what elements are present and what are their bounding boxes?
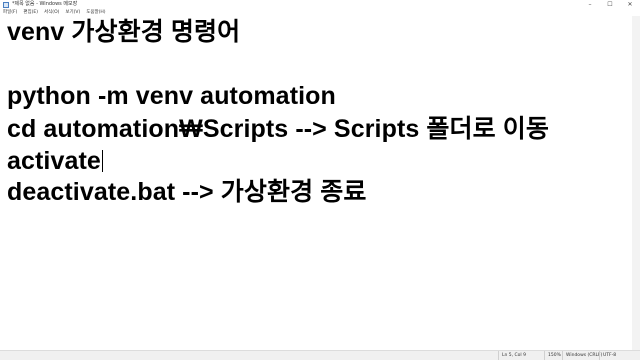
- editor-line-current: activate: [7, 147, 104, 175]
- menu-file[interactable]: 파일(F): [0, 9, 20, 16]
- text-caret: [101, 150, 104, 172]
- vertical-scrollbar[interactable]: [632, 16, 640, 350]
- menu-view[interactable]: 보기(V): [62, 9, 83, 16]
- window-controls: – ☐ ✕: [580, 0, 640, 9]
- status-bar: Ln 5, Col 9 150% Windows (CRLF) UTF-8: [0, 350, 640, 360]
- editor-line: venv 가상환경 명령어: [7, 18, 241, 46]
- cursor-position: Ln 5, Col 9: [498, 351, 538, 360]
- zoom-level: 150%: [544, 351, 562, 360]
- encoding: UTF-8: [599, 351, 640, 360]
- editor-line: deactivate.bat --> 가상환경 종료: [7, 178, 367, 206]
- line-ending: Windows (CRLF): [562, 351, 602, 360]
- editor-line-text: activate: [7, 147, 101, 175]
- notepad-icon: [3, 1, 9, 8]
- menu-edit[interactable]: 편집(E): [20, 9, 41, 16]
- maximize-button[interactable]: ☐: [600, 0, 620, 9]
- editor-line: cd automation₩Scripts --> Scripts 폴더로 이동: [7, 115, 549, 143]
- close-button[interactable]: ✕: [620, 0, 640, 9]
- minimize-button[interactable]: –: [580, 0, 600, 9]
- menu-format[interactable]: 서식(O): [41, 9, 62, 16]
- window-title: *제목 없음 - Windows 메모장: [12, 1, 78, 7]
- text-editor-area[interactable]: venv 가상환경 명령어 python -m venv automation …: [0, 16, 632, 350]
- menu-help[interactable]: 도움말(H): [83, 9, 108, 16]
- title-bar: *제목 없음 - Windows 메모장 – ☐ ✕: [0, 0, 640, 9]
- editor-line: python -m venv automation: [7, 82, 336, 110]
- menu-bar: 파일(F) 편집(E) 서식(O) 보기(V) 도움말(H): [0, 9, 640, 16]
